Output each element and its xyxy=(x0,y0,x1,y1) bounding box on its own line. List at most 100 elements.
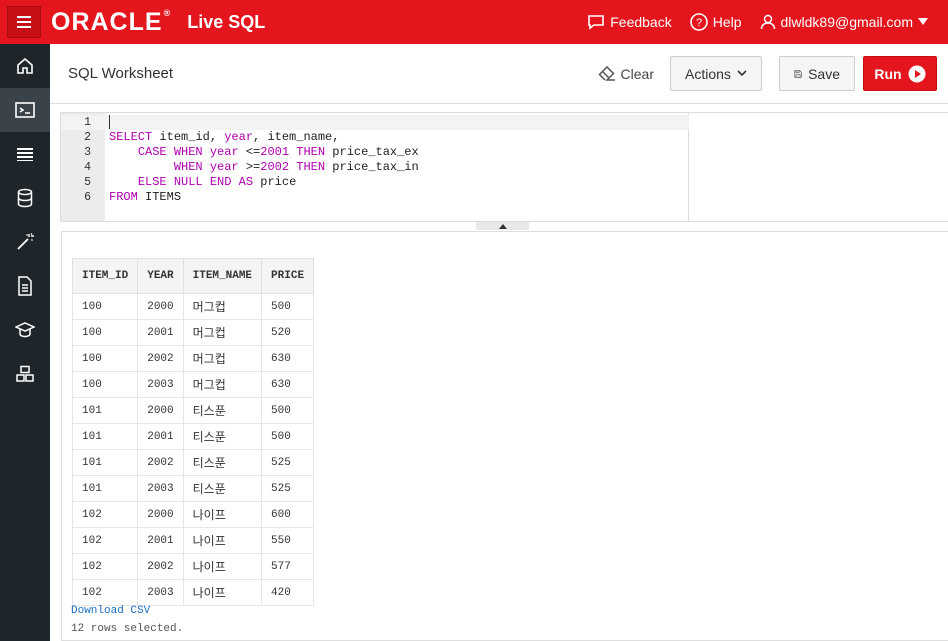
table-cell: 티스푼 xyxy=(182,449,263,476)
chevron-down-icon xyxy=(737,70,747,77)
code-line: 2 SELECT item_id, year, item_name, xyxy=(61,130,689,145)
table-cell: 500 xyxy=(261,397,315,424)
sidebar-item-quick-sql[interactable] xyxy=(0,220,50,264)
table-cell: 101 xyxy=(71,423,139,450)
table-cell: 500 xyxy=(261,293,315,320)
table-row: 102 2000 나이프 600 xyxy=(71,501,315,528)
column-header: YEAR xyxy=(137,258,184,294)
table-cell: 525 xyxy=(261,449,315,476)
hamburger-icon xyxy=(17,16,31,28)
download-csv-link[interactable]: Download CSV xyxy=(71,605,150,617)
code-line: 4 WHEN year >=2002 THEN price_tax_in xyxy=(61,160,689,175)
table-cell: 500 xyxy=(261,423,315,450)
caret-down-icon xyxy=(918,18,928,25)
feedback-label: Feedback xyxy=(610,14,672,30)
table-cell: 2003 xyxy=(137,579,184,606)
run-label: Run xyxy=(874,65,902,82)
menu-button[interactable] xyxy=(7,6,41,38)
table-row: 102 2002 나이프 577 xyxy=(71,553,315,580)
sidebar-item-schema[interactable] xyxy=(0,176,50,220)
column-header: PRICE xyxy=(261,258,315,294)
sidebar-item-my-session[interactable] xyxy=(0,132,50,176)
table-cell: 2002 xyxy=(137,449,184,476)
table-cell: 티스푼 xyxy=(182,423,263,450)
table-cell: 630 xyxy=(261,345,315,372)
help-label: Help xyxy=(712,14,742,30)
table-cell: 2002 xyxy=(137,345,184,372)
table-cell: 티스푼 xyxy=(182,397,263,424)
blocks-icon xyxy=(16,365,34,382)
table-cell: 102 xyxy=(71,501,139,528)
svg-text:?: ? xyxy=(696,17,702,29)
column-header: ITEM_ID xyxy=(71,258,139,294)
table-row: 102 2003 나이프 420 xyxy=(71,579,315,606)
product-name[interactable]: Live SQL xyxy=(187,12,265,33)
document-icon xyxy=(18,276,32,296)
page-title: SQL Worksheet xyxy=(68,65,174,82)
user-menu[interactable]: dlwldk89@gmail.com xyxy=(760,14,928,30)
sidebar-item-code-library[interactable] xyxy=(0,352,50,396)
table-cell: 2000 xyxy=(137,293,184,320)
line-number: 1 xyxy=(84,116,91,129)
eraser-icon xyxy=(597,65,615,81)
code-line: 5 ELSE NULL END AS price xyxy=(61,175,689,190)
line-number: 5 xyxy=(84,176,91,189)
table-cell: 티스푼 xyxy=(182,475,263,502)
line-number: 4 xyxy=(84,161,91,174)
sidebar-item-home[interactable] xyxy=(0,44,50,88)
table-cell: 2000 xyxy=(137,501,184,528)
table-cell: 100 xyxy=(71,371,139,398)
table-cell: 2002 xyxy=(137,553,184,580)
sidebar-item-sql-worksheet[interactable] xyxy=(0,88,50,132)
save-label: Save xyxy=(808,65,840,82)
table-row: 102 2001 나이프 550 xyxy=(71,527,315,554)
editor-resize-handle[interactable] xyxy=(476,222,529,230)
home-icon xyxy=(17,57,33,74)
table-cell: 100 xyxy=(71,293,139,320)
sidebar xyxy=(0,44,50,641)
save-button[interactable]: Save xyxy=(779,56,855,91)
table-row: 101 2000 티스푼 500 xyxy=(71,397,315,424)
line-number: 2 xyxy=(84,131,91,144)
play-circle-icon xyxy=(908,65,926,82)
help-icon: ? xyxy=(689,13,708,31)
table-row: 100 2000 머그컵 500 xyxy=(71,293,315,320)
table-cell: 600 xyxy=(261,501,315,528)
table-cell: 2001 xyxy=(137,319,184,346)
actions-label: Actions xyxy=(685,65,731,82)
actions-button[interactable]: Actions xyxy=(670,56,762,91)
help-link[interactable]: ? Help xyxy=(689,13,742,31)
graduation-cap-icon xyxy=(15,322,35,338)
code-line: 1 xyxy=(61,115,689,130)
table-cell: 머그컵 xyxy=(182,371,263,398)
table-row: 100 2001 머그컵 520 xyxy=(71,319,315,346)
floppy-disk-icon xyxy=(794,69,802,78)
table-row: 101 2002 티스푼 525 xyxy=(71,449,315,476)
table-cell: 100 xyxy=(71,345,139,372)
table-cell: 101 xyxy=(71,475,139,502)
table-cell: 나이프 xyxy=(182,553,263,580)
sidebar-item-my-scripts[interactable] xyxy=(0,264,50,308)
user-email: dlwldk89@gmail.com xyxy=(780,14,913,30)
magic-wand-icon xyxy=(17,233,34,250)
table-cell: 2001 xyxy=(137,527,184,554)
list-icon xyxy=(17,148,33,161)
table-cell: 102 xyxy=(71,553,139,580)
table-cell: 101 xyxy=(71,397,139,424)
results-table: ITEM_ID YEAR ITEM_NAME PRICE 100 2000 머그컵 5… xyxy=(71,258,315,606)
run-button[interactable]: Run xyxy=(863,56,937,91)
feedback-link[interactable]: Feedback xyxy=(587,14,672,30)
code-line: 3 CASE WHEN year <=2001 THEN price_tax_e… xyxy=(61,145,689,160)
clear-button[interactable]: Clear xyxy=(597,65,654,82)
row-count: 12 rows selected. xyxy=(71,623,184,635)
oracle-logo[interactable]: ORACLE® xyxy=(51,8,171,37)
sql-editor[interactable]: 1 2 SELECT item_id, year, item_name, 3 CA… xyxy=(60,112,948,222)
worksheet-header: SQL Worksheet Clear Actions Save Run xyxy=(50,44,948,104)
table-cell: 2000 xyxy=(137,397,184,424)
line-number: 3 xyxy=(84,146,91,159)
table-cell: 525 xyxy=(261,475,315,502)
table-cell: 100 xyxy=(71,319,139,346)
database-icon xyxy=(17,188,33,208)
table-cell: 520 xyxy=(261,319,315,346)
sidebar-item-tutorials[interactable] xyxy=(0,308,50,352)
